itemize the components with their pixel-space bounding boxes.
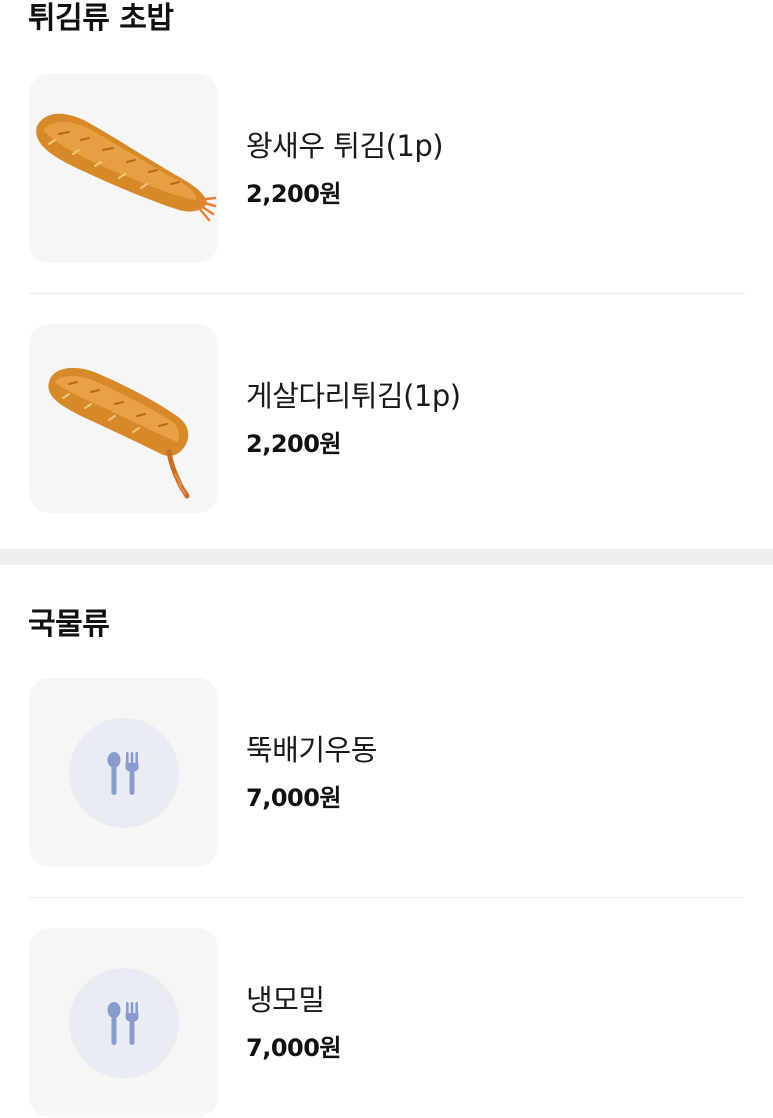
menu-item-name: 냉모밀 bbox=[246, 983, 325, 1017]
spoon-fork-icon bbox=[107, 752, 139, 795]
section-title: 튀김류 초밥 bbox=[28, 1, 174, 36]
menu-item-name: 왕새우 튀김(1p) bbox=[246, 129, 444, 163]
item-divider bbox=[29, 293, 745, 294]
fried-shrimp-photo bbox=[36, 113, 217, 222]
menu-item-price: 2,200원 bbox=[246, 180, 342, 208]
fried-crab-leg-photo bbox=[48, 367, 190, 499]
section-separator bbox=[0, 549, 773, 565]
menu-item-name: 뚝배기우동 bbox=[246, 733, 377, 767]
menu-item-king-shrimp-tempura[interactable]: 왕새우 튀김(1p) 2,200원 bbox=[0, 74, 773, 264]
item-divider bbox=[29, 897, 745, 898]
menu-item-crab-leg-tempura[interactable]: 게살다리튀김(1p) 2,200원 bbox=[0, 324, 773, 514]
section-title: 국물류 bbox=[28, 607, 110, 642]
menu-item-price: 2,200원 bbox=[246, 430, 342, 458]
menu-item-ttukbaegi-udon[interactable]: 뚝배기우동 7,000원 bbox=[0, 678, 773, 868]
menu-item-thumbnail[interactable] bbox=[29, 928, 218, 1117]
menu-item-price: 7,000원 bbox=[246, 784, 342, 812]
menu-section-fried: 튀김류 초밥 왕새우 튀김(1p) 2,200원 게살다리튀김(1p) 2,20… bbox=[0, 0, 773, 549]
menu-item-thumbnail[interactable] bbox=[29, 74, 218, 263]
menu-item-thumbnail[interactable] bbox=[29, 324, 218, 513]
menu-section-soup: 국물류 뚝배기우동 7,000원 냉모밀 7,000원 bbox=[0, 565, 773, 1117]
menu-item-naeng-momil[interactable]: 냉모밀 7,000원 bbox=[0, 928, 773, 1118]
placeholder-circle bbox=[69, 718, 179, 828]
spoon-fork-icon bbox=[107, 1002, 139, 1045]
menu-item-thumbnail[interactable] bbox=[29, 678, 218, 867]
menu-item-name: 게살다리튀김(1p) bbox=[246, 379, 461, 413]
menu-item-price: 7,000원 bbox=[246, 1034, 342, 1062]
placeholder-circle bbox=[69, 968, 179, 1078]
